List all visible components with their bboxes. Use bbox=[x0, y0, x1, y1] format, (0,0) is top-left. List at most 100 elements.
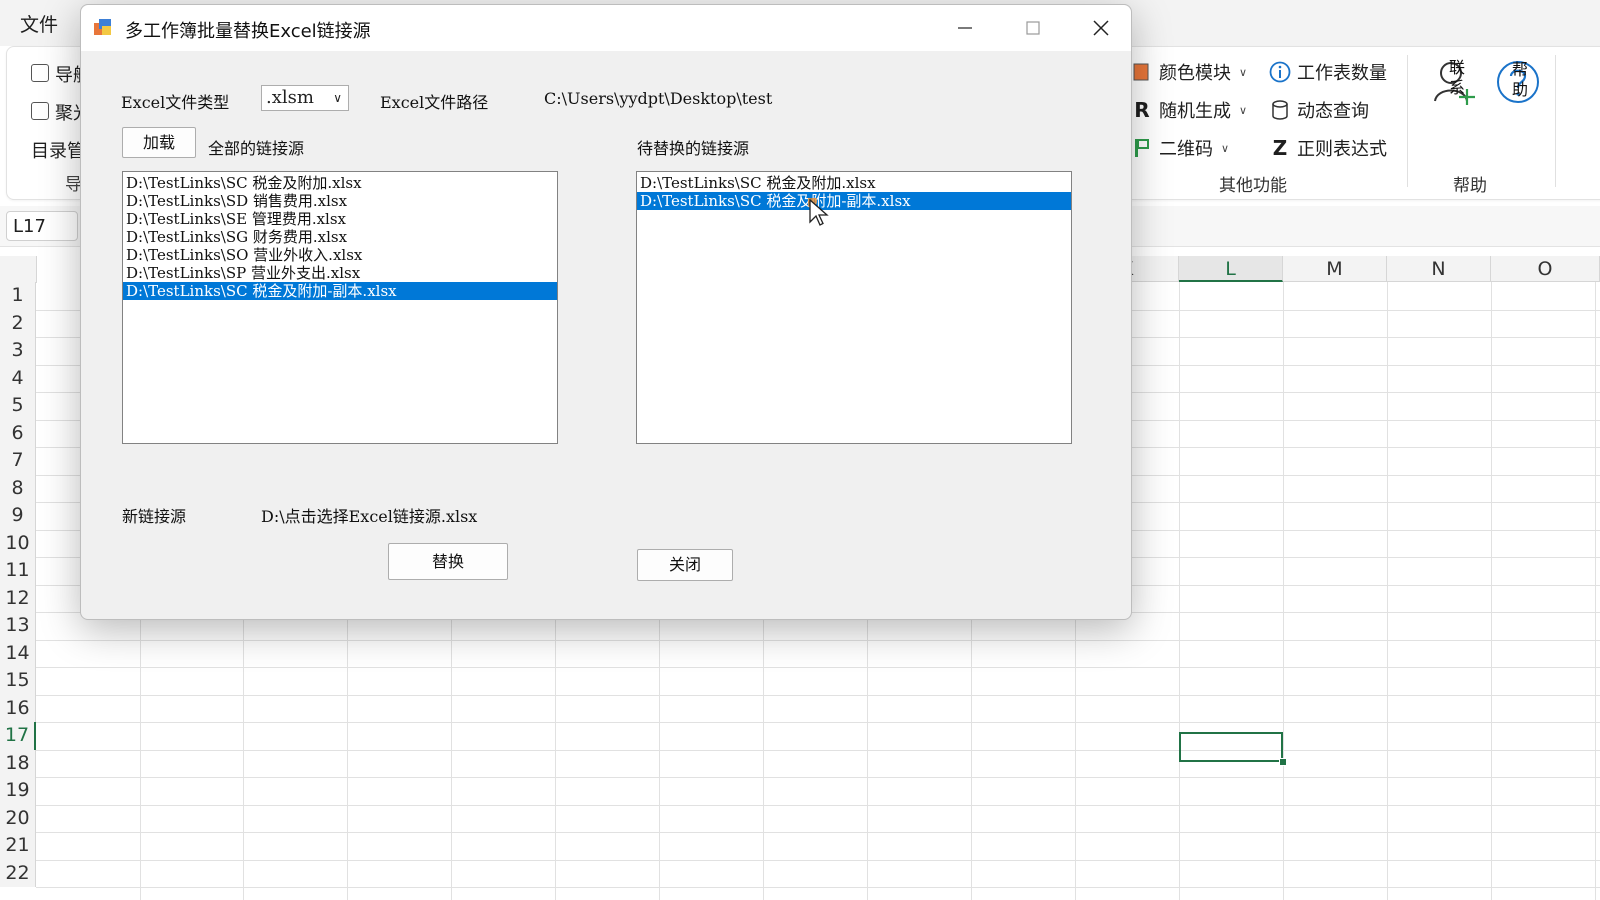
list-item[interactable]: D:\TestLinks\SP 营业外支出.xlsx bbox=[123, 264, 557, 282]
grid-row-line bbox=[36, 832, 1600, 833]
app-icon bbox=[93, 17, 113, 37]
column-header-o[interactable]: O bbox=[1491, 256, 1600, 282]
list-item[interactable]: D:\TestLinks\SC 税金及附加.xlsx bbox=[637, 174, 1071, 192]
mouse-cursor-icon bbox=[808, 198, 829, 226]
ribbon-separator bbox=[1555, 55, 1556, 187]
dynamic-query-label: 动态查询 bbox=[1297, 101, 1369, 122]
chevron-down-icon: ∨ bbox=[1239, 103, 1248, 117]
dialog-titlebar[interactable]: 多工作簿批量替换Excel链接源 bbox=[81, 5, 1131, 51]
random-generate-button[interactable]: R 随机生成 ∨ bbox=[1131, 97, 1247, 123]
sheet-count-label: 工作表数量 bbox=[1297, 63, 1387, 84]
grid-row-line bbox=[36, 749, 1600, 751]
row-header[interactable]: 3 bbox=[0, 337, 36, 365]
row-header[interactable]: 19 bbox=[0, 777, 36, 805]
catalog-manage-label[interactable]: 目录管 bbox=[31, 137, 85, 163]
new-link-value[interactable]: D:\点击选择Excel链接源.xlsx bbox=[261, 503, 477, 527]
contact-button[interactable]: 联系 bbox=[1431, 57, 1479, 112]
file-path-value: C:\Users\yydpt\Desktop\test bbox=[544, 89, 773, 108]
row-header[interactable]: 9 bbox=[0, 502, 36, 530]
row-header[interactable]: 12 bbox=[0, 584, 36, 612]
active-cell-l17[interactable] bbox=[1179, 732, 1283, 762]
row-header[interactable]: 20 bbox=[0, 804, 36, 832]
row-header[interactable]: 18 bbox=[0, 749, 36, 777]
row-header[interactable]: 15 bbox=[0, 667, 36, 695]
file-type-label: Excel文件类型 bbox=[121, 93, 230, 112]
maximize-icon bbox=[1026, 21, 1040, 35]
column-header-n[interactable]: N bbox=[1387, 256, 1491, 282]
help-group-label: 帮助 bbox=[1453, 176, 1487, 196]
list-item[interactable]: D:\TestLinks\SO 营业外收入.xlsx bbox=[123, 246, 557, 264]
maximize-button[interactable] bbox=[999, 5, 1067, 51]
help-label: 帮助 bbox=[1509, 61, 1528, 101]
row-header[interactable]: 13 bbox=[0, 612, 36, 640]
file-path-label: Excel文件路径 bbox=[380, 93, 489, 112]
new-link-label: 新链接源 bbox=[122, 507, 187, 526]
spotlight-checkbox[interactable] bbox=[31, 102, 49, 120]
list-item[interactable]: D:\TestLinks\SC 税金及附加-副本.xlsx bbox=[637, 192, 1071, 210]
row-header[interactable]: 21 bbox=[0, 832, 36, 860]
fill-handle[interactable] bbox=[1279, 758, 1287, 766]
row-header[interactable]: 17 bbox=[0, 722, 36, 750]
color-module-button[interactable]: 颜色模块 ∨ bbox=[1131, 59, 1247, 85]
replace-links-listbox[interactable]: D:\TestLinks\SC 税金及附加.xlsx D:\TestLinks\S… bbox=[636, 171, 1072, 444]
list-item[interactable]: D:\TestLinks\SE 管理费用.xlsx bbox=[123, 210, 557, 228]
row-header[interactable]: 6 bbox=[0, 419, 36, 447]
row-header[interactable]: 5 bbox=[0, 392, 36, 420]
menu-file[interactable]: 文件 bbox=[20, 10, 58, 37]
list-item[interactable]: D:\TestLinks\SC 税金及附加.xlsx bbox=[123, 174, 557, 192]
chevron-down-icon: ∨ bbox=[1221, 141, 1230, 155]
column-header-l[interactable]: L bbox=[1179, 256, 1283, 282]
nav-checkbox[interactable] bbox=[31, 64, 49, 82]
qrcode-label: 二维码 bbox=[1159, 139, 1213, 160]
select-all-corner[interactable] bbox=[0, 256, 37, 283]
dynamic-query-button[interactable]: 动态查询 bbox=[1269, 97, 1369, 123]
row-header[interactable]: 10 bbox=[0, 529, 36, 557]
sheet-count-button[interactable]: 工作表数量 bbox=[1269, 59, 1387, 85]
name-box[interactable]: L17 bbox=[6, 211, 78, 241]
grid-row-line bbox=[36, 887, 1600, 888]
regex-label: 正则表达式 bbox=[1297, 139, 1387, 160]
help-button[interactable]: 帮助 bbox=[1495, 59, 1541, 110]
color-module-label: 颜色模块 bbox=[1159, 63, 1231, 84]
grid-row-line bbox=[36, 667, 1600, 668]
ribbon-separator bbox=[1407, 55, 1408, 187]
replace-button[interactable]: 替换 bbox=[388, 543, 508, 580]
file-type-value: .xlsm bbox=[266, 87, 314, 108]
grid-column-line bbox=[1179, 282, 1180, 900]
regex-button[interactable]: Z 正则表达式 bbox=[1269, 135, 1387, 161]
column-header-m[interactable]: M bbox=[1283, 256, 1387, 282]
grid-row-line bbox=[36, 804, 1600, 806]
minimize-button[interactable] bbox=[931, 5, 999, 51]
row-header[interactable]: 11 bbox=[0, 557, 36, 585]
grid-column-line bbox=[1387, 282, 1388, 900]
row-header[interactable]: 7 bbox=[0, 447, 36, 475]
grid-row-line bbox=[36, 639, 1600, 641]
dialog-title: 多工作簿批量替换Excel链接源 bbox=[125, 21, 371, 42]
row-header[interactable]: 22 bbox=[0, 859, 36, 887]
chevron-down-icon: ∨ bbox=[1239, 65, 1248, 79]
row-header[interactable]: 8 bbox=[0, 474, 36, 502]
file-type-select[interactable]: .xlsm ∨ bbox=[261, 85, 349, 111]
contact-label: 联系 bbox=[1446, 59, 1465, 99]
close-window-button[interactable] bbox=[1067, 5, 1135, 51]
all-links-listbox[interactable]: D:\TestLinks\SC 税金及附加.xlsx D:\TestLinks\S… bbox=[122, 171, 558, 444]
row-header[interactable]: 4 bbox=[0, 364, 36, 392]
minimize-icon bbox=[958, 27, 972, 29]
chevron-down-icon: ∨ bbox=[333, 91, 342, 105]
grid-row-line bbox=[36, 859, 1600, 861]
load-button[interactable]: 加载 bbox=[122, 127, 196, 158]
grid-column-line bbox=[1491, 282, 1492, 900]
replace-links-dialog: 多工作簿批量替换Excel链接源 Excel文件类型 .xlsm ∨ Excel… bbox=[80, 4, 1132, 620]
random-generate-label: 随机生成 bbox=[1159, 101, 1231, 122]
row-header[interactable]: 14 bbox=[0, 639, 36, 667]
row-header[interactable]: 1 bbox=[0, 282, 36, 310]
qrcode-button[interactable]: 二维码 ∨ bbox=[1131, 135, 1229, 161]
list-item[interactable]: D:\TestLinks\SG 财务费用.xlsx bbox=[123, 228, 557, 246]
grid-row-line bbox=[36, 777, 1600, 778]
list-item[interactable]: D:\TestLinks\SC 税金及附加-副本.xlsx bbox=[123, 282, 557, 300]
row-header[interactable]: 2 bbox=[0, 309, 36, 337]
to-replace-label: 待替换的链接源 bbox=[637, 139, 750, 158]
close-button[interactable]: 关闭 bbox=[637, 549, 733, 581]
row-header[interactable]: 16 bbox=[0, 694, 36, 722]
list-item[interactable]: D:\TestLinks\SD 销售费用.xlsx bbox=[123, 192, 557, 210]
